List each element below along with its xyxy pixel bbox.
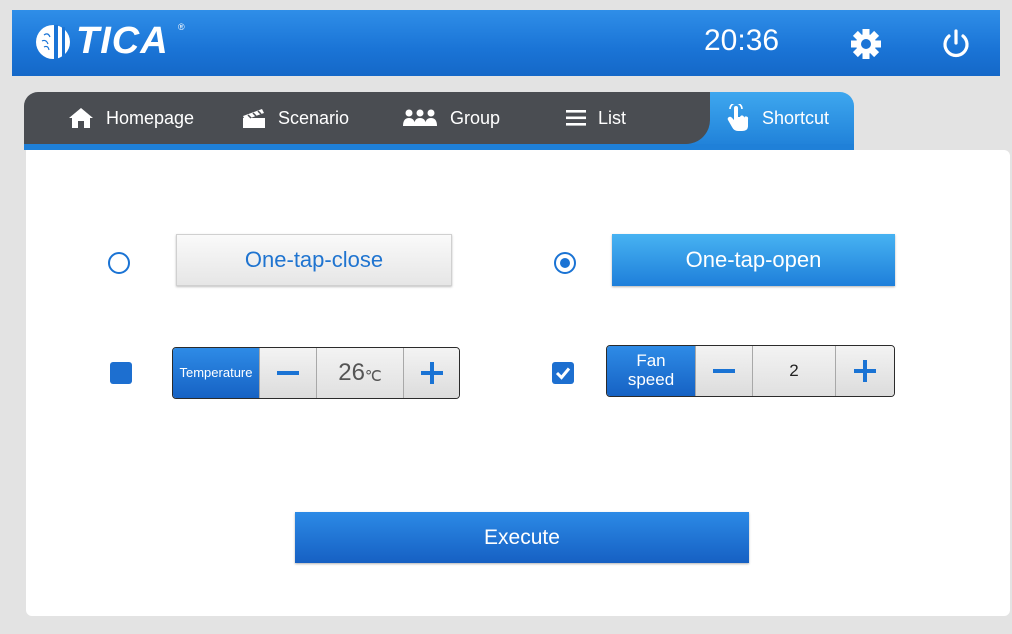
minus-icon <box>713 369 735 373</box>
gear-icon <box>851 29 881 59</box>
temperature-decrease-button[interactable] <box>259 348 316 398</box>
home-icon <box>68 107 94 129</box>
fan-speed-checkbox[interactable] <box>552 362 574 384</box>
radio-selected-dot <box>560 258 570 268</box>
tab-label: Group <box>450 107 501 128</box>
fan-speed-increase-button[interactable] <box>835 346 894 396</box>
tica-logo: TICA ® <box>32 20 185 63</box>
list-icon <box>566 109 586 127</box>
tab-label: Scenario <box>278 107 350 128</box>
tab-list[interactable]: List <box>566 92 626 144</box>
one-tap-open-button[interactable]: One-tap-open <box>612 234 895 286</box>
logo-text: TICA <box>76 20 169 62</box>
app-header: TICA ® 20:36 <box>12 10 1000 76</box>
temperature-number: 26 <box>338 359 365 386</box>
tab-label: List <box>598 107 627 128</box>
plus-icon <box>420 362 443 384</box>
fan-speed-label: Fan speed <box>607 346 695 396</box>
power-button[interactable] <box>938 26 974 62</box>
tab-bar: Homepage Scenario Group List Shortcut <box>24 92 854 148</box>
tab-group[interactable]: Group <box>402 92 500 144</box>
tab-homepage[interactable]: Homepage <box>68 92 194 144</box>
execute-button[interactable]: Execute <box>295 512 749 563</box>
temperature-checkbox[interactable] <box>110 362 132 384</box>
fan-speed-value: 2 <box>752 346 835 396</box>
tab-shortcut[interactable]: Shortcut <box>726 92 829 144</box>
tab-label: Shortcut <box>762 107 830 128</box>
one-tap-close-radio[interactable] <box>108 252 130 274</box>
power-icon <box>943 29 969 58</box>
logo-fan-icon <box>36 24 70 59</box>
temperature-value: 26 ℃ <box>316 348 403 398</box>
tab-label: Homepage <box>106 107 195 128</box>
temperature-increase-button[interactable] <box>403 348 459 398</box>
one-tap-open-radio[interactable] <box>554 252 576 274</box>
minus-icon <box>277 371 299 375</box>
clapperboard-icon <box>242 107 266 129</box>
registered-mark: ® <box>178 22 185 32</box>
group-icon <box>402 108 438 128</box>
checkmark-icon <box>555 367 571 380</box>
temperature-label: Temperature <box>173 348 259 398</box>
tab-scenario[interactable]: Scenario <box>242 92 349 144</box>
fan-speed-decrease-button[interactable] <box>695 346 752 396</box>
temperature-unit: ℃ <box>364 368 382 385</box>
fan-speed-stepper: Fan speed 2 <box>606 345 895 397</box>
one-tap-close-button[interactable]: One-tap-close <box>176 234 452 286</box>
temperature-stepper: Temperature 26 ℃ <box>172 347 460 399</box>
clock: 20:36 <box>704 24 780 57</box>
settings-button[interactable] <box>848 26 884 62</box>
touch-icon <box>726 104 750 132</box>
plus-icon <box>854 360 876 382</box>
